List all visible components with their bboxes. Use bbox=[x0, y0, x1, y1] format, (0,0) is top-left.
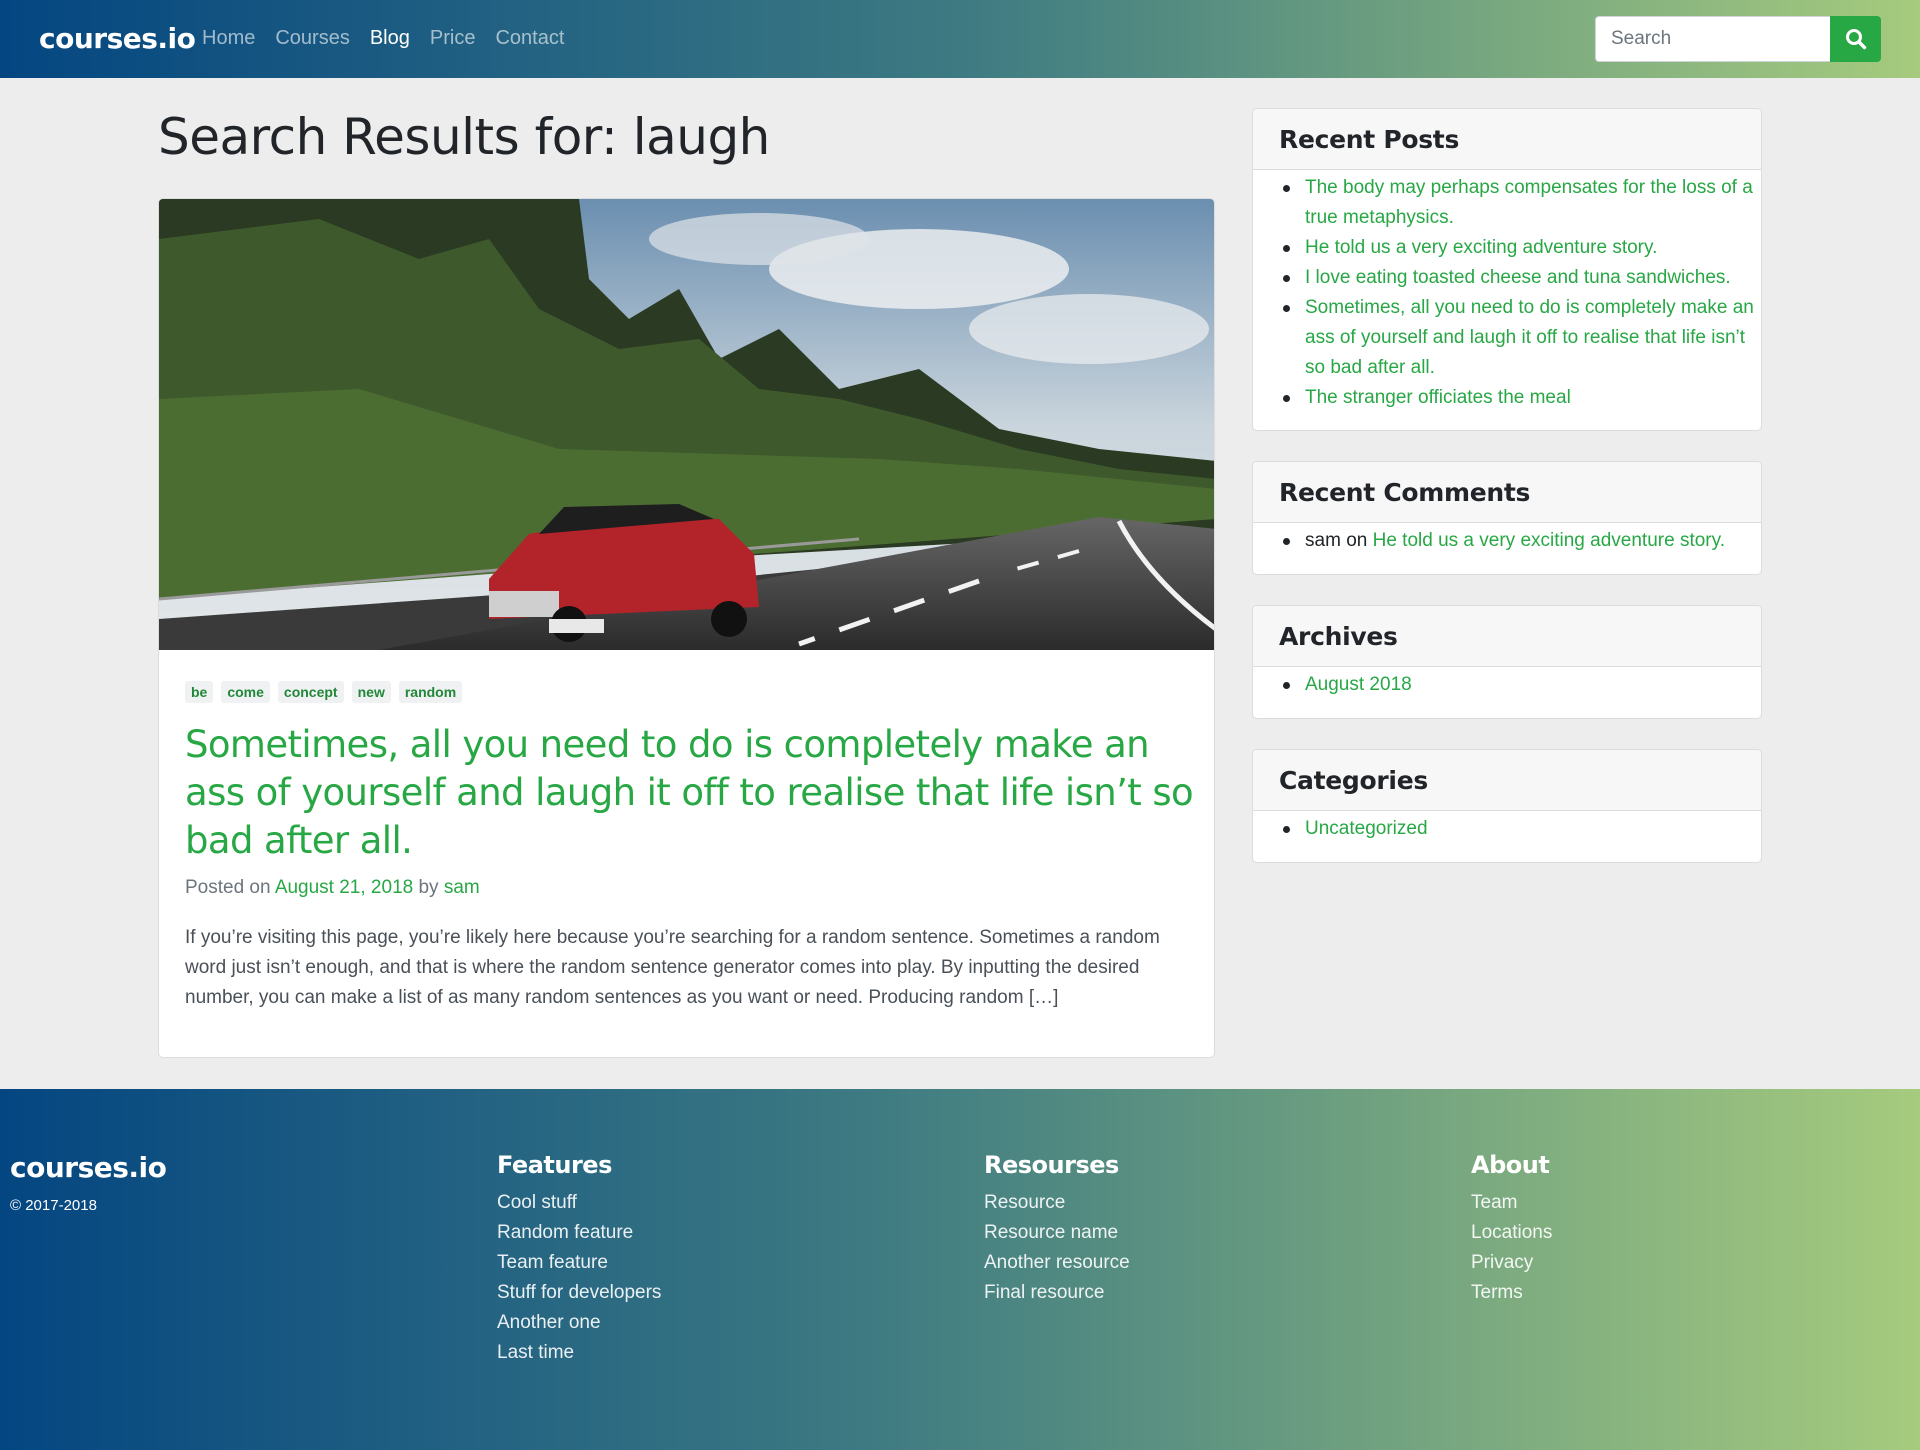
recent-post-link[interactable]: I love eating toasted cheese and tuna sa… bbox=[1305, 267, 1731, 288]
list-item: Terms bbox=[1471, 1278, 1552, 1308]
widget-recent-posts: Recent Posts The body may perhaps compen… bbox=[1252, 108, 1762, 431]
list-item: Another resource bbox=[984, 1248, 1130, 1278]
widget-title-recent-posts: Recent Posts bbox=[1253, 109, 1761, 170]
post-excerpt: If you’re visiting this page, you’re lik… bbox=[185, 927, 1160, 1008]
footer-links: Team Locations Privacy Terms bbox=[1471, 1188, 1552, 1308]
nav-link-price[interactable]: Price bbox=[430, 27, 476, 50]
footer-link[interactable]: Resource name bbox=[984, 1222, 1118, 1243]
widget-title-categories: Categories bbox=[1253, 750, 1761, 811]
footer-link[interactable]: Last time bbox=[497, 1342, 574, 1363]
footer-links: Resource Resource name Another resource … bbox=[984, 1188, 1130, 1308]
widget-title-recent-comments: Recent Comments bbox=[1253, 462, 1761, 523]
list-item: Another one bbox=[497, 1308, 661, 1338]
comment-author: sam bbox=[1305, 530, 1341, 551]
footer-link[interactable]: Stuff for developers bbox=[497, 1282, 661, 1303]
footer-column-title: About bbox=[1471, 1151, 1550, 1179]
post-meta-prefix: Posted on bbox=[185, 877, 271, 898]
list-item: Uncategorized bbox=[1283, 814, 1761, 844]
list-item: The stranger officiates the meal bbox=[1283, 383, 1761, 413]
footer-column-title: Features bbox=[497, 1151, 612, 1179]
page-title: Search Results for: laugh bbox=[158, 108, 770, 166]
footer-link[interactable]: Privacy bbox=[1471, 1252, 1533, 1273]
search-button[interactable] bbox=[1830, 16, 1881, 62]
footer-link[interactable]: Another one bbox=[497, 1312, 601, 1333]
comment-post-link[interactable]: He told us a very exciting adventure sto… bbox=[1373, 530, 1725, 551]
widget-categories: Categories Uncategorized bbox=[1252, 749, 1762, 863]
list-item: I love eating toasted cheese and tuna sa… bbox=[1283, 263, 1761, 293]
list-item: Random feature bbox=[497, 1218, 661, 1248]
footer-link[interactable]: Another resource bbox=[984, 1252, 1130, 1273]
tag-random[interactable]: random bbox=[398, 681, 463, 703]
post-meta-by: by bbox=[418, 877, 439, 898]
footer-column-resources: Resourses Resource Resource name Another… bbox=[984, 1151, 1130, 1308]
tag-be[interactable]: be bbox=[185, 681, 214, 703]
recent-post-link[interactable]: Sometimes, all you need to do is complet… bbox=[1305, 297, 1754, 378]
footer-link[interactable]: Team bbox=[1471, 1192, 1517, 1213]
footer-link[interactable]: Team feature bbox=[497, 1252, 608, 1273]
categories-list: Uncategorized bbox=[1253, 811, 1761, 844]
post-tags: be come concept new random bbox=[185, 681, 470, 703]
widget-recent-comments: Recent Comments sam on He told us a very… bbox=[1252, 461, 1762, 575]
nav-link-courses[interactable]: Courses bbox=[275, 27, 349, 50]
search-input[interactable] bbox=[1595, 16, 1830, 62]
nav-link-blog[interactable]: Blog bbox=[370, 27, 410, 50]
post-title-link[interactable]: Sometimes, all you need to do is complet… bbox=[185, 721, 1195, 865]
footer-link[interactable]: Resource bbox=[984, 1192, 1065, 1213]
list-item: Resource name bbox=[984, 1218, 1130, 1248]
widget-title-archives: Archives bbox=[1253, 606, 1761, 667]
archive-link[interactable]: August 2018 bbox=[1305, 674, 1412, 695]
footer-link[interactable]: Cool stuff bbox=[497, 1192, 577, 1213]
post-date-link[interactable]: August 21, 2018 bbox=[275, 877, 413, 898]
post-author-link[interactable]: sam bbox=[444, 877, 480, 898]
list-item: Privacy bbox=[1471, 1248, 1552, 1278]
recent-comments-list: sam on He told us a very exciting advent… bbox=[1253, 523, 1761, 556]
list-item: Locations bbox=[1471, 1218, 1552, 1248]
list-item: Stuff for developers bbox=[497, 1278, 661, 1308]
list-item: Resource bbox=[984, 1188, 1130, 1218]
comment-on-text: on bbox=[1346, 530, 1368, 551]
footer: courses.io © 2017-2018 Features Cool stu… bbox=[0, 1089, 1920, 1450]
category-link[interactable]: Uncategorized bbox=[1305, 818, 1428, 839]
footer-column-about: About Team Locations Privacy Terms bbox=[1471, 1151, 1552, 1308]
footer-column-features: Features Cool stuff Random feature Team … bbox=[497, 1151, 661, 1368]
footer-link[interactable]: Random feature bbox=[497, 1222, 633, 1243]
nav-link-contact[interactable]: Contact bbox=[495, 27, 564, 50]
nav-link-home[interactable]: Home bbox=[202, 27, 255, 50]
list-item: Cool stuff bbox=[497, 1188, 661, 1218]
widget-archives: Archives August 2018 bbox=[1252, 605, 1762, 719]
recent-post-link[interactable]: The body may perhaps compensates for the… bbox=[1305, 177, 1753, 228]
list-item: sam on He told us a very exciting advent… bbox=[1283, 526, 1761, 556]
post-meta: Posted on August 21, 2018 by sam bbox=[185, 877, 480, 899]
tag-come[interactable]: come bbox=[221, 681, 270, 703]
search-icon bbox=[1845, 29, 1866, 50]
post-featured-image[interactable] bbox=[159, 199, 1215, 650]
nav-links: Home Courses Blog Price Contact bbox=[202, 27, 584, 50]
footer-link[interactable]: Terms bbox=[1471, 1282, 1523, 1303]
footer-link[interactable]: Locations bbox=[1471, 1222, 1552, 1243]
tag-concept[interactable]: concept bbox=[277, 681, 344, 703]
search-form bbox=[1595, 16, 1881, 62]
list-item: Team feature bbox=[497, 1248, 661, 1278]
tag-new[interactable]: new bbox=[351, 681, 391, 703]
recent-posts-list: The body may perhaps compensates for the… bbox=[1253, 170, 1761, 413]
footer-link[interactable]: Final resource bbox=[984, 1282, 1104, 1303]
list-item: Team bbox=[1471, 1188, 1552, 1218]
archives-list: August 2018 bbox=[1253, 667, 1761, 700]
list-item: August 2018 bbox=[1283, 670, 1761, 700]
recent-post-link[interactable]: The stranger officiates the meal bbox=[1305, 387, 1571, 408]
footer-column-title: Resourses bbox=[984, 1151, 1119, 1179]
list-item: Final resource bbox=[984, 1278, 1130, 1308]
footer-links: Cool stuff Random feature Team feature S… bbox=[497, 1188, 661, 1368]
post-card: be come concept new random Sometimes, al… bbox=[158, 198, 1215, 1058]
brand-logo[interactable]: courses.io bbox=[39, 22, 196, 55]
list-item: The body may perhaps compensates for the… bbox=[1283, 173, 1761, 233]
navbar: courses.io Home Courses Blog Price Conta… bbox=[0, 0, 1920, 78]
list-item: Sometimes, all you need to do is complet… bbox=[1283, 293, 1761, 383]
recent-post-link[interactable]: He told us a very exciting adventure sto… bbox=[1305, 237, 1657, 258]
footer-brand: courses.io bbox=[10, 1151, 167, 1184]
footer-copyright: © 2017-2018 bbox=[10, 1197, 97, 1214]
list-item: Last time bbox=[497, 1338, 661, 1368]
list-item: He told us a very exciting adventure sto… bbox=[1283, 233, 1761, 263]
